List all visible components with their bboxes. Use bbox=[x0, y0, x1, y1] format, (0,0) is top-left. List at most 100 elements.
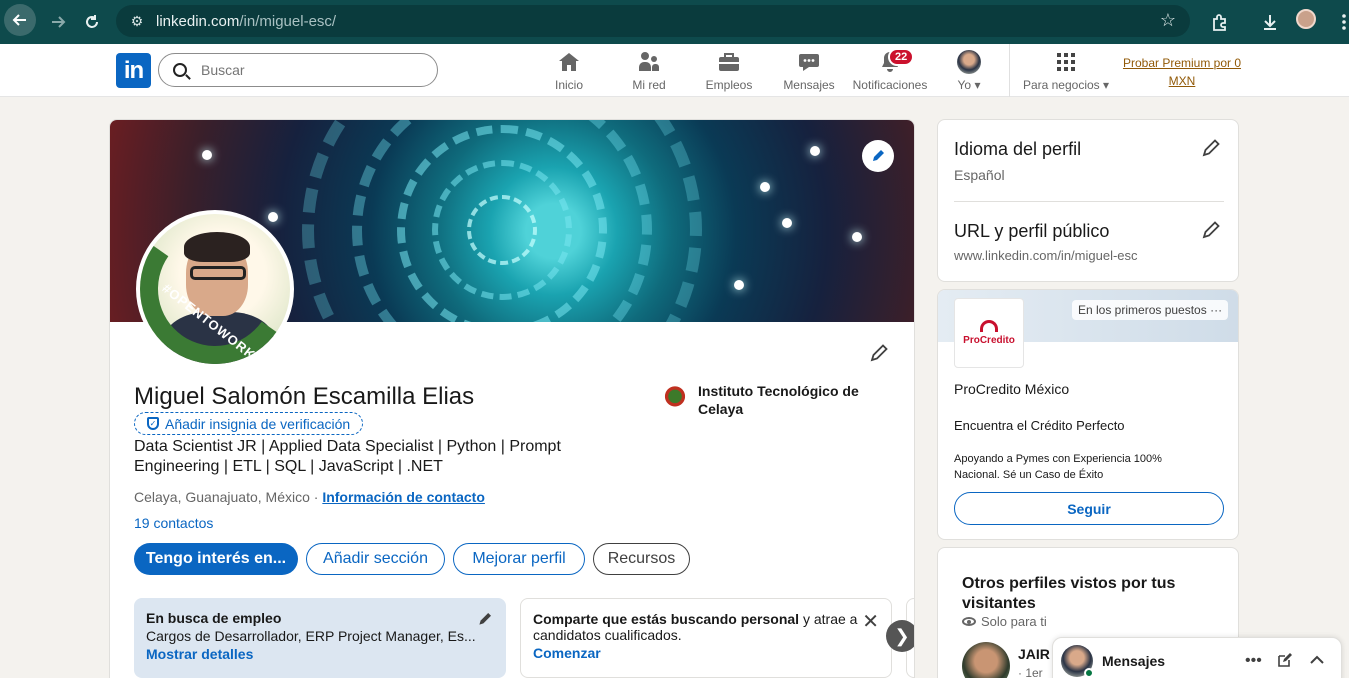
profile-headline: Data Scientist JR | Applied Data Special… bbox=[134, 438, 561, 475]
nav-messages[interactable]: Mensajes bbox=[782, 50, 836, 94]
pencil-icon bbox=[1202, 139, 1220, 157]
browser-profile-avatar[interactable] bbox=[1296, 9, 1316, 29]
messaging-avatar bbox=[1061, 645, 1094, 678]
pencil-icon bbox=[479, 613, 491, 625]
close-icon[interactable]: ✕ bbox=[862, 609, 879, 634]
forward-button[interactable] bbox=[40, 4, 76, 40]
search-input[interactable] bbox=[201, 62, 421, 78]
contact-info-link[interactable]: Información de contacto bbox=[322, 489, 485, 505]
education-entry[interactable]: Instituto Tecnológico de Celaya bbox=[662, 382, 868, 418]
premium-link[interactable]: Probar Premium por 0 MXN bbox=[1118, 54, 1246, 90]
promoted-tag[interactable]: En los primeros puestos ··· bbox=[1072, 300, 1229, 320]
pencil-icon bbox=[870, 344, 888, 362]
reload-icon bbox=[86, 15, 98, 28]
notification-badge: 22 bbox=[888, 48, 915, 66]
open-to-work-card[interactable]: En busca de empleo Cargos de Desarrollad… bbox=[134, 598, 506, 678]
edit-public-url-button[interactable] bbox=[1200, 219, 1222, 241]
nav-jobs[interactable]: Empleos bbox=[705, 50, 753, 94]
hiring-share-text: Comparte que estás buscando personal y a… bbox=[533, 611, 879, 643]
profile-name: Miguel Salomón Escamilla Elias bbox=[134, 383, 475, 410]
procredito-logo-text: ProCredito bbox=[963, 335, 1015, 346]
home-icon bbox=[557, 50, 581, 74]
network-icon bbox=[637, 50, 661, 74]
nav-notifications[interactable]: 22 Notificaciones bbox=[850, 48, 930, 94]
viewer-avatar[interactable] bbox=[962, 642, 1010, 678]
more-options-icon[interactable]: ··· bbox=[1210, 303, 1222, 317]
others-viewed-title: Otros perfiles vistos por tus visitantes bbox=[962, 575, 1176, 612]
nav-notifications-label: Notificaciones bbox=[852, 78, 928, 92]
ad-tagline: Encuentra el Crédito Perfecto bbox=[954, 418, 1125, 433]
edit-intro-button[interactable] bbox=[868, 342, 890, 364]
show-details-link[interactable]: Mostrar detalles bbox=[146, 646, 494, 662]
nav-me[interactable]: Yo ▾ bbox=[954, 50, 984, 94]
nav-business-label: Para negocios ▾ bbox=[1022, 78, 1110, 92]
carousel-next-button[interactable]: ❯ bbox=[886, 620, 914, 652]
verify-label: Añadir insignia de verificación bbox=[165, 415, 351, 432]
viewer-name[interactable]: JAIR bbox=[1018, 646, 1050, 662]
nav-network-label: Mi red bbox=[632, 78, 666, 92]
resources-button[interactable]: Recursos bbox=[593, 543, 690, 575]
profile-card: #OPENTOWORK Miguel Salomón Escamilla Eli… bbox=[109, 119, 915, 678]
messaging-bar[interactable]: Mensajes ••• bbox=[1052, 637, 1342, 678]
chevron-right-icon: ❯ bbox=[894, 625, 910, 646]
public-url-value: www.linkedin.com/in/miguel-esc bbox=[954, 248, 1138, 263]
site-settings-icon[interactable]: ⚙ bbox=[122, 13, 152, 30]
edit-open-to-work-button[interactable] bbox=[474, 608, 496, 630]
procredito-logo[interactable]: ProCredito bbox=[954, 298, 1024, 368]
profile-photo[interactable]: #OPENTOWORK bbox=[136, 210, 294, 368]
only-for-you-label: Solo para ti bbox=[981, 614, 1047, 629]
procredito-arc-icon bbox=[980, 320, 998, 332]
location-text: Celaya, Guanajuato, México bbox=[134, 489, 310, 505]
add-section-button[interactable]: Añadir sección bbox=[306, 543, 445, 575]
messaging-label: Mensajes bbox=[1102, 653, 1166, 669]
bookmark-star-icon[interactable]: ☆ bbox=[1160, 10, 1176, 31]
url-text: linkedin.com/in/miguel-esc/ bbox=[156, 12, 337, 30]
open-to-work-title: En busca de empleo bbox=[146, 610, 282, 626]
grid-icon bbox=[1054, 50, 1078, 74]
shield-check-icon: ✓ bbox=[147, 417, 159, 430]
ad-description: Apoyando a Pymes con Experiencia 100% Na… bbox=[954, 453, 1162, 481]
arrow-right-icon bbox=[52, 16, 66, 28]
contacts-link[interactable]: 19 contactos bbox=[134, 515, 213, 531]
profile-language-title: Idioma del perfil bbox=[954, 139, 1082, 159]
profile-location: Celaya, Guanajuato, México · Información… bbox=[134, 489, 485, 505]
back-button[interactable] bbox=[4, 4, 36, 36]
reload-button[interactable] bbox=[74, 4, 110, 40]
linkedin-logo[interactable]: in bbox=[116, 53, 151, 88]
nav-divider bbox=[1009, 44, 1010, 97]
improve-profile-button[interactable]: Mejorar perfil bbox=[453, 543, 585, 575]
nav-home[interactable]: Inicio bbox=[552, 50, 586, 94]
browser-menu-icon[interactable] bbox=[1326, 4, 1349, 40]
more-options-icon[interactable]: ••• bbox=[1245, 652, 1262, 670]
chat-icon bbox=[797, 50, 821, 74]
address-bar[interactable]: ⚙ linkedin.com/in/miguel-esc/ ☆ bbox=[116, 5, 1190, 37]
edit-language-button[interactable] bbox=[1200, 137, 1222, 159]
promoted-tag-label: En los primeros puestos bbox=[1078, 303, 1207, 317]
viewer-degree: · 1er bbox=[1018, 666, 1043, 678]
browser-toolbar: ⚙ linkedin.com/in/miguel-esc/ ☆ bbox=[0, 0, 1349, 44]
hiring-share-card: Comparte que estás buscando personal y a… bbox=[520, 598, 892, 678]
profile-language-value: Español bbox=[954, 167, 1005, 183]
linkedin-navbar: in Inicio Mi red Empleos Mensajes 22 Not… bbox=[0, 44, 1349, 97]
edit-banner-button[interactable] bbox=[862, 140, 894, 172]
school-name: Instituto Tecnológico de Celaya bbox=[698, 383, 859, 417]
open-to-work-roles: Cargos de Desarrollador, ERP Project Man… bbox=[146, 628, 476, 644]
search-box[interactable] bbox=[158, 53, 438, 87]
compose-icon[interactable] bbox=[1277, 652, 1293, 673]
download-icon[interactable] bbox=[1252, 4, 1288, 40]
add-verification-badge-button[interactable]: ✓ Añadir insignia de verificación bbox=[134, 412, 364, 435]
start-link[interactable]: Comenzar bbox=[533, 645, 879, 661]
open-to-button[interactable]: Tengo interés en... bbox=[134, 543, 298, 575]
chevron-up-icon[interactable] bbox=[1309, 652, 1325, 673]
extensions-icon[interactable] bbox=[1202, 4, 1238, 40]
public-url-title: URL y perfil público bbox=[954, 221, 1110, 241]
nav-network[interactable]: Mi red bbox=[629, 50, 669, 94]
avatar-icon bbox=[957, 50, 981, 74]
eye-icon bbox=[962, 617, 976, 626]
premium-line-2: MXN bbox=[1168, 74, 1196, 88]
others-viewed-subtitle: Solo para ti bbox=[962, 614, 1047, 629]
arrow-left-icon bbox=[12, 14, 26, 26]
nav-business[interactable]: Para negocios ▾ bbox=[1020, 50, 1112, 94]
follow-button[interactable]: Seguir bbox=[954, 492, 1224, 525]
ad-company-name[interactable]: ProCredito México bbox=[954, 381, 1069, 397]
